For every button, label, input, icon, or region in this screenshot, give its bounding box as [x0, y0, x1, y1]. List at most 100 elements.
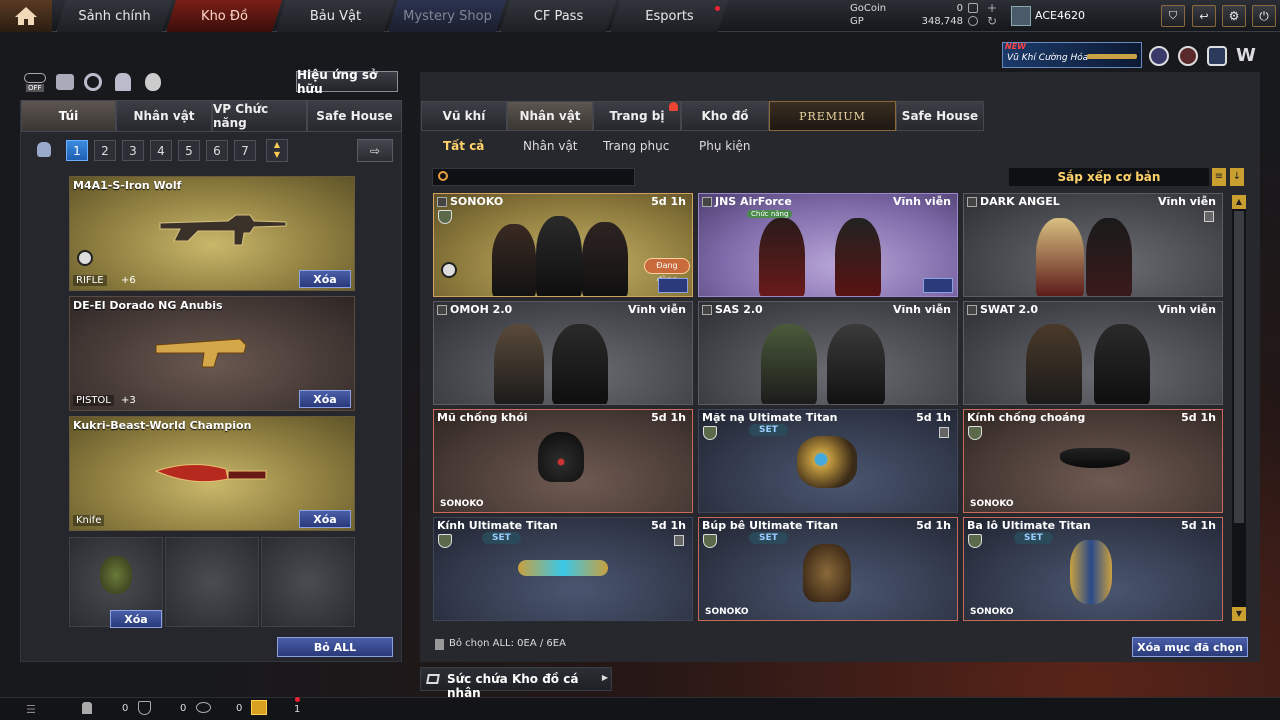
capacity-button[interactable]: Sức chứa Kho đồ cá nhân ▶ — [420, 667, 612, 700]
own-effect-button[interactable]: Hiệu ứng sở hữu — [296, 68, 398, 96]
empty-slot[interactable] — [261, 537, 355, 627]
weapon-skill-icon[interactable] — [1207, 46, 1227, 66]
item-card-jns-airforce[interactable]: JNS AirForce Vĩnh viễn Chức năng — [698, 193, 958, 297]
item-card-titan-glasses[interactable]: Kính Ultimate Titan 5d 1h SET — [433, 517, 693, 621]
weapon-slot-knife[interactable]: Kukri-Beast-World Champion Knife Xóa — [69, 416, 355, 531]
friends-icon[interactable] — [82, 702, 92, 714]
shield-menu-icon[interactable]: ⛉ — [1161, 5, 1185, 27]
item-card-dark-angel[interactable]: DARK ANGEL Vĩnh viễn — [963, 193, 1223, 297]
scroll-up-arrow[interactable]: ▲ — [1232, 195, 1246, 209]
item-card-sas[interactable]: SAS 2.0 Vĩnh viễn — [698, 301, 958, 405]
subtab-character[interactable]: Nhân vật — [523, 139, 578, 155]
right-tab-weapons[interactable]: Vũ khí — [421, 101, 507, 131]
effect-toggle-icon[interactable]: OFF — [24, 73, 46, 93]
subtab-all[interactable]: Tất cả — [443, 139, 484, 155]
friends-count: 0 — [122, 703, 129, 714]
page-button-1[interactable]: 1 — [66, 140, 88, 161]
right-tab-equipment[interactable]: Trang bị — [593, 101, 681, 131]
gift-icon[interactable] — [251, 700, 267, 715]
item-card-smoke-helmet[interactable]: Mũ chống khói 5d 1h SONOKO — [433, 409, 693, 513]
item-card-anti-flash-goggles[interactable]: Kính chống choáng 5d 1h SONOKO — [963, 409, 1223, 513]
power-icon[interactable]: ⏻ — [1252, 5, 1276, 27]
page-button-7[interactable]: 7 — [234, 140, 256, 161]
item-card-titan-mask[interactable]: Mặt nạ Ultimate Titan 5d 1h SET — [698, 409, 958, 513]
egg-icon[interactable] — [145, 73, 161, 91]
delete-grenade-button[interactable]: Xóa — [110, 610, 162, 628]
item-duration: 5d 1h — [1181, 411, 1216, 424]
trash-icon[interactable] — [674, 535, 684, 546]
clan-shield-icon[interactable] — [138, 701, 151, 715]
scroll-thumb[interactable] — [1234, 211, 1244, 523]
settings-icon[interactable] — [923, 278, 953, 293]
subtab-costume[interactable]: Trang phục — [603, 139, 669, 155]
sort-dropdown[interactable]: Sắp xếp cơ bản — [1009, 168, 1209, 186]
nav-tab-treasure[interactable]: Bảu Vật — [276, 0, 394, 32]
upgrade-weapon-banner[interactable]: NEW Vũ Khí Cường Hóa — [1002, 42, 1142, 68]
pistol-icon — [155, 338, 247, 368]
add-coin-icon[interactable]: + — [987, 1, 997, 15]
gift-box-icon[interactable] — [56, 74, 74, 90]
exit-room-icon[interactable]: ↩ — [1192, 5, 1216, 27]
weapon-slot-pistol[interactable]: DE-El Dorado NG Anubis PISTOL +3 Xóa — [69, 296, 355, 411]
page-button-6[interactable]: 6 — [206, 140, 228, 161]
search-input[interactable] — [432, 168, 635, 186]
nav-tab-lobby[interactable]: Sảnh chính — [56, 0, 172, 32]
capacity-label: Sức chứa Kho đồ cá nhân — [447, 672, 579, 700]
item-card-sonoko[interactable]: SONOKO 5d 1h Đang dùng — [433, 193, 693, 297]
rifle-icon — [159, 214, 287, 246]
character-figure — [835, 218, 881, 296]
right-tab-safe-house[interactable]: Safe House — [896, 101, 984, 131]
cycle-icon[interactable] — [84, 73, 102, 91]
page-button-2[interactable]: 2 — [94, 140, 116, 161]
weapon-slot-rifle[interactable]: M4A1-S-Iron Wolf RIFLE +6 Xóa — [69, 176, 355, 291]
delete-weapon-button[interactable]: Xóa — [299, 390, 351, 408]
item-card-omoh[interactable]: OMOH 2.0 Vĩnh viễn — [433, 301, 693, 405]
globe-icon[interactable] — [1178, 46, 1198, 66]
left-tab-function-items[interactable]: VP Chức năng — [212, 100, 307, 132]
item-card-swat[interactable]: SWAT 2.0 Vĩnh viễn — [963, 301, 1223, 405]
scrollbar[interactable]: ▲ ▼ — [1232, 195, 1246, 621]
nav-tab-cf-pass[interactable]: CF Pass — [500, 0, 616, 32]
right-tab-storage[interactable]: Kho đồ — [681, 101, 769, 131]
delete-selected-button[interactable]: Xóa mục đã chọn — [1132, 637, 1248, 657]
deselect-all-status[interactable]: Bỏ chọn ALL: 0EA / 6EA — [449, 638, 566, 649]
menu-list-icon[interactable]: ☰ — [26, 703, 36, 716]
subtab-accessory[interactable]: Phụ kiện — [699, 139, 751, 155]
delete-weapon-button[interactable]: Xóa — [299, 270, 351, 288]
left-tab-character[interactable]: Nhân vật — [116, 100, 212, 132]
item-card-titan-doll[interactable]: Búp bê Ultimate Titan 5d 1h SET SONOKO — [698, 517, 958, 621]
remove-all-button[interactable]: Bỏ ALL — [277, 637, 393, 657]
nav-tab-mystery-shop[interactable]: Mystery Shop — [388, 0, 506, 32]
grenade-slot[interactable]: Xóa — [69, 537, 163, 628]
sort-direction-icon[interactable]: ↓ — [1230, 168, 1244, 186]
chat-bubble-icon[interactable] — [196, 702, 211, 713]
left-tab-bag[interactable]: Túi — [21, 100, 116, 132]
nav-tab-inventory[interactable]: Kho Đồ — [166, 0, 282, 32]
character-icon[interactable] — [115, 73, 131, 91]
rank-badge-icon[interactable] — [1149, 46, 1169, 66]
page-button-5[interactable]: 5 — [178, 140, 200, 161]
home-button[interactable] — [0, 0, 52, 32]
page-updown-arrows[interactable]: ▲ ▼ — [266, 139, 288, 162]
scroll-down-arrow[interactable]: ▼ — [1232, 607, 1246, 621]
delete-weapon-button[interactable]: Xóa — [299, 510, 351, 528]
right-tab-premium[interactable]: PREMIUM — [769, 101, 896, 131]
left-tab-safe-house[interactable]: Safe House — [307, 100, 402, 132]
w-logo-icon[interactable]: W — [1236, 45, 1256, 66]
nav-tab-esports[interactable]: Esports — [610, 0, 728, 32]
page-button-4[interactable]: 4 — [150, 140, 172, 161]
right-tab-character[interactable]: Nhân vật — [507, 101, 593, 131]
character-figure — [761, 324, 817, 404]
search-icon[interactable] — [658, 278, 688, 293]
gear-icon[interactable]: ⚙ — [1222, 5, 1246, 27]
item-duration: 5d 1h — [916, 519, 951, 532]
trash-icon[interactable] — [1204, 211, 1214, 222]
list-view-icon[interactable]: ≡ — [1212, 168, 1226, 186]
set-badge: SET — [749, 532, 788, 544]
item-card-titan-backpack[interactable]: Ba lô Ultimate Titan 5d 1h SET SONOKO — [963, 517, 1223, 621]
empty-slot[interactable] — [165, 537, 259, 627]
trash-icon[interactable] — [939, 427, 949, 438]
page-button-3[interactable]: 3 — [122, 140, 144, 161]
refresh-icon[interactable]: ↻ — [987, 14, 997, 28]
transfer-arrow-icon[interactable]: ⇨ — [357, 139, 393, 162]
